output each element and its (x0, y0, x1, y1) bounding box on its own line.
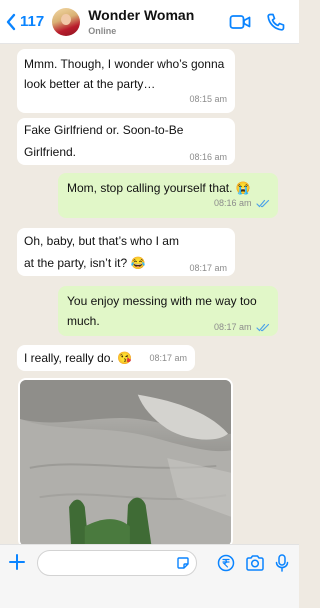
message-text: I really, really do. 😘 (24, 350, 133, 365)
composer-bar (0, 544, 299, 608)
contact-status: Online (88, 26, 117, 36)
message-meta: 08:16 am (67, 198, 270, 208)
camera-icon[interactable] (245, 554, 265, 572)
rupee-payment-icon[interactable] (217, 554, 235, 572)
message-meta: 08:17 am (214, 322, 270, 332)
message-bubble-incoming[interactable]: I really, really do. 😘 08:17 am (17, 345, 195, 371)
message-bubble-incoming[interactable]: Mmm. Though, I wonder who’s gonna look b… (17, 49, 235, 113)
message-bubble-outgoing[interactable]: You enjoy messing with me way too much. … (58, 286, 278, 336)
message-text: Fake Girlfriend or. Soon-to-Be Girlfrien… (24, 123, 184, 159)
message-bubble-outgoing[interactable]: Mom, stop calling yourself that. 😭 08:16… (58, 173, 278, 218)
message-text: Mmm. Though, I wonder who’s gonna look b… (24, 57, 225, 91)
message-time: 08:16 am (213, 198, 252, 208)
photo-bed-image (20, 380, 231, 546)
message-bubble-incoming[interactable]: Fake Girlfriend or. Soon-to-Be Girlfrien… (17, 118, 235, 165)
chat-header: 117 Wonder Woman Online (0, 0, 299, 44)
message-time: 08:15 am (189, 94, 227, 104)
contact-name: Wonder Woman (88, 7, 195, 23)
back-button[interactable]: 117 (6, 13, 44, 31)
message-text: Mom, stop calling yourself that. 😭 (67, 181, 251, 195)
message-time: 08:17 am (213, 321, 252, 332)
message-input-box[interactable] (37, 550, 197, 576)
unread-count: 117 (20, 13, 45, 30)
message-time: 08:16 am (189, 152, 227, 162)
message-time: 08:17 am (149, 352, 187, 363)
sticker-icon[interactable] (176, 556, 190, 570)
contact-info[interactable]: Wonder Woman Online (88, 7, 194, 36)
read-receipt-icon (256, 200, 270, 208)
plus-icon[interactable] (8, 553, 26, 571)
back-chevron-icon (6, 13, 16, 30)
avatar[interactable] (52, 7, 81, 36)
message-time: 08:17 am (189, 263, 227, 273)
message-text: Oh, baby, but that’s who I am at the par… (24, 234, 179, 270)
read-receipt-icon (256, 323, 270, 332)
microphone-icon[interactable] (274, 554, 290, 572)
message-bubble-incoming[interactable]: Oh, baby, but that’s who I am at the par… (17, 228, 235, 276)
shared-photo[interactable] (18, 378, 233, 548)
message-input[interactable] (48, 551, 178, 575)
video-call-icon[interactable] (229, 12, 251, 32)
phone-icon[interactable] (265, 12, 287, 32)
